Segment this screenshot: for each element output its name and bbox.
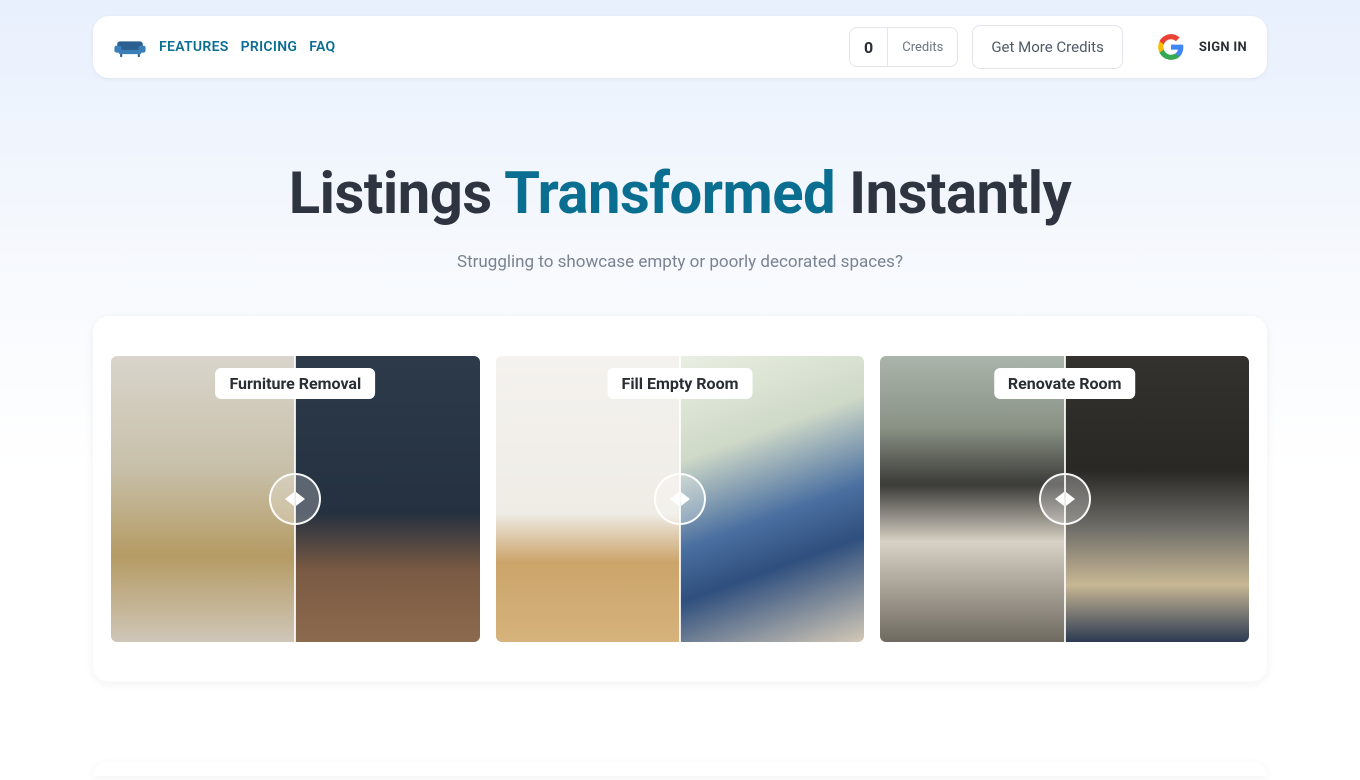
arrow-left-icon — [670, 492, 679, 506]
hero-subtitle: Struggling to showcase empty or poorly d… — [0, 252, 1360, 272]
nav-links: FEATURES PRICING FAQ — [159, 39, 336, 55]
nav-features[interactable]: FEATURES — [159, 39, 229, 55]
hero-title-pre: Listings — [289, 160, 504, 228]
arrow-right-icon — [681, 492, 690, 506]
nav-left: FEATURES PRICING FAQ — [113, 35, 336, 59]
hero-section: Listings Transformed Instantly Strugglin… — [0, 160, 1360, 272]
comparison-cards: Furniture Removal Fill Empty Room Renova… — [93, 316, 1267, 682]
credits-label: Credits — [888, 40, 957, 55]
hero-title-post: Instantly — [835, 160, 1071, 228]
credits-display: 0 Credits — [849, 27, 958, 67]
card-badge: Furniture Removal — [215, 368, 375, 399]
arrow-left-icon — [1055, 492, 1064, 506]
sign-in-button[interactable]: SIGN IN — [1199, 40, 1247, 55]
hero-title-accent: Transformed — [504, 160, 835, 228]
nav-pricing[interactable]: PRICING — [241, 39, 298, 55]
arrow-left-icon — [285, 492, 294, 506]
couch-logo-icon[interactable] — [113, 35, 147, 59]
comparison-slider-handle[interactable] — [1039, 473, 1091, 525]
card-renovate-room: Renovate Room — [880, 356, 1249, 642]
comparison-slider-handle[interactable] — [654, 473, 706, 525]
nav-right: 0 Credits Get More Credits SIGN IN — [849, 25, 1247, 69]
google-icon[interactable] — [1157, 33, 1185, 61]
nav-faq[interactable]: FAQ — [309, 39, 335, 55]
get-more-credits-button[interactable]: Get More Credits — [972, 25, 1123, 69]
next-section-top — [93, 762, 1267, 776]
credits-count: 0 — [850, 28, 888, 66]
card-badge: Fill Empty Room — [608, 368, 753, 399]
card-furniture-removal: Furniture Removal — [111, 356, 480, 642]
arrow-right-icon — [296, 492, 305, 506]
card-badge: Renovate Room — [994, 368, 1136, 399]
top-nav: FEATURES PRICING FAQ 0 Credits Get More … — [93, 16, 1267, 78]
hero-title: Listings Transformed Instantly — [0, 160, 1360, 228]
arrow-right-icon — [1066, 492, 1075, 506]
card-fill-empty-room: Fill Empty Room — [496, 356, 865, 642]
comparison-slider-handle[interactable] — [269, 473, 321, 525]
